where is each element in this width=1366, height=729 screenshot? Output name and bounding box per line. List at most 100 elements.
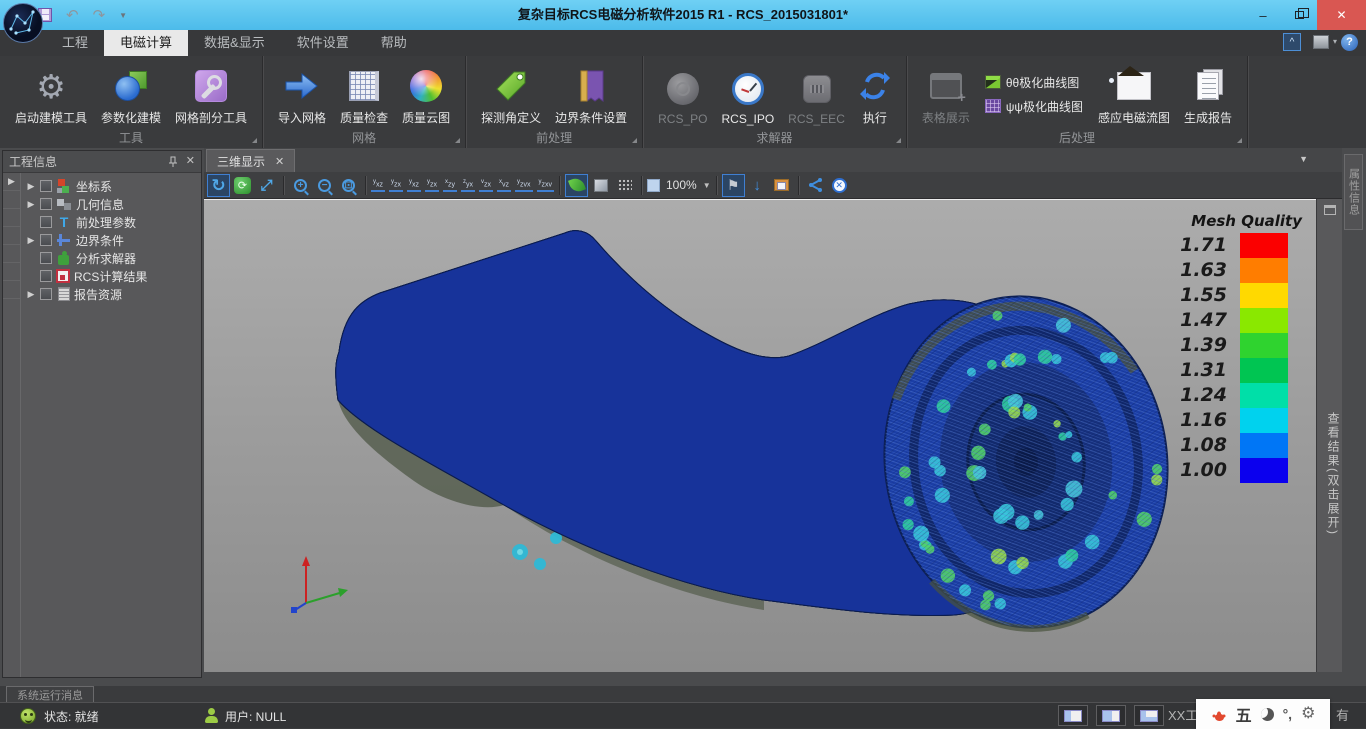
- parametric-modeling-button[interactable]: 参数化建模: [94, 58, 168, 130]
- tree-checkbox[interactable]: [40, 288, 52, 300]
- tab-close-icon[interactable]: ✕: [275, 155, 284, 168]
- tree-item[interactable]: ▶坐标系: [22, 177, 201, 195]
- expand-arrow-icon[interactable]: ▶: [26, 199, 36, 210]
- tree-gutter-cell: [3, 227, 20, 245]
- table-display-button[interactable]: 表格展示: [915, 58, 977, 130]
- ribbon-group-preprocess: 探测角定义 边界条件设置 前处理: [466, 56, 643, 148]
- tab-data-display[interactable]: 数据&显示: [188, 30, 281, 56]
- snapshot-button[interactable]: [770, 174, 793, 197]
- layout-left-button[interactable]: [1058, 705, 1088, 726]
- launch-modeler-button[interactable]: ⚙ 启动建模工具: [8, 58, 94, 130]
- results-expand-tab[interactable]: 查看结果(双击展开): [1317, 374, 1342, 574]
- ime-wubi-mode[interactable]: 五: [1236, 702, 1252, 726]
- results-expand-strip[interactable]: 查看结果(双击展开): [1316, 199, 1342, 672]
- execute-button[interactable]: 执行: [852, 58, 898, 130]
- zoom-level-dropdown-icon[interactable]: ▼: [703, 181, 711, 190]
- gear-icon: ⚙: [36, 70, 66, 103]
- theta-polarization-curve-button[interactable]: θθ极化曲线图: [985, 74, 1083, 91]
- tree-checkbox[interactable]: [40, 216, 52, 228]
- view-orientation-button[interactable]: yzx: [389, 178, 403, 192]
- layout-bottom-button[interactable]: [1134, 705, 1164, 726]
- tab-help[interactable]: 帮助: [365, 30, 423, 56]
- collapse-ribbon-icon[interactable]: ^: [1283, 33, 1301, 51]
- expand-arrow-icon[interactable]: ▶: [26, 181, 36, 192]
- generate-report-button[interactable]: 生成报告: [1177, 58, 1239, 130]
- zoom-level-value[interactable]: 100%: [666, 178, 697, 192]
- legend-row: 1.08: [1142, 433, 1304, 458]
- flat-shade-button[interactable]: [589, 174, 612, 197]
- spin-icon: ⟳: [234, 177, 251, 194]
- tree-item[interactable]: ▶ 几何信息: [22, 195, 201, 213]
- zoom-window-button[interactable]: ⊡: [337, 174, 360, 197]
- expand-arrow-icon[interactable]: ▶: [26, 289, 36, 300]
- system-messages-tab[interactable]: 系统运行消息: [6, 686, 94, 702]
- ime-paw-icon[interactable]: [1211, 707, 1227, 722]
- minimize-button[interactable]: –: [1245, 0, 1281, 30]
- help-icon[interactable]: ?: [1341, 34, 1358, 51]
- view-orientation-button[interactable]: xvz: [497, 178, 511, 192]
- tab-overflow-icon[interactable]: ▼: [1299, 154, 1308, 164]
- 3d-viewport[interactable]: Mesh Quality 1.711.631.551.471.391.311.2…: [204, 199, 1316, 672]
- tree-item[interactable]: ▶报告资源: [22, 285, 201, 303]
- view-orientation-button[interactable]: xzy: [443, 178, 457, 192]
- window-title: 复杂目标RCS电磁分析软件2015 R1 - RCS_2015031801*: [0, 0, 1366, 30]
- view-orientation-button[interactable]: yzvx: [515, 178, 533, 192]
- pan-zoom-button[interactable]: ⤢: [255, 174, 278, 197]
- solver-rcs-ipo-button[interactable]: RCS_IPO: [714, 58, 781, 130]
- view-orientation-button[interactable]: yxz: [407, 178, 421, 192]
- legend-color-swatch: [1240, 458, 1288, 483]
- spin-tool-button[interactable]: ⟳: [231, 174, 254, 197]
- expand-arrow-icon[interactable]: ▶: [26, 235, 36, 246]
- view-orientation-button[interactable]: yzxv: [537, 178, 555, 192]
- tab-3d-display[interactable]: 三维显示 ✕: [206, 149, 295, 172]
- ime-moon-icon[interactable]: [1261, 708, 1274, 721]
- import-mesh-button[interactable]: 导入网格: [271, 58, 333, 130]
- layout-split-button[interactable]: [1096, 705, 1126, 726]
- tab-em-computation[interactable]: 电磁计算: [104, 30, 188, 56]
- view-orientation-button[interactable]: yxz: [371, 178, 385, 192]
- tab-project[interactable]: 工程: [46, 30, 104, 56]
- tree-checkbox[interactable]: [40, 234, 52, 246]
- view-orientation-button[interactable]: yzx: [425, 178, 439, 192]
- select-mode-button[interactable]: ⚑: [722, 174, 745, 197]
- device-icon[interactable]: [1313, 35, 1329, 49]
- ime-punctuation-toggle[interactable]: °,: [1283, 706, 1293, 722]
- restore-button[interactable]: [1281, 0, 1317, 30]
- clear-view-button[interactable]: ✕: [828, 174, 851, 197]
- solver-rcs-po-button[interactable]: RCS_PO: [651, 58, 714, 130]
- tree-checkbox[interactable]: [40, 180, 52, 192]
- mesh-tool-button[interactable]: 网格剖分工具: [168, 58, 254, 130]
- tree-checkbox[interactable]: [40, 252, 52, 264]
- tree-checkbox[interactable]: [40, 270, 52, 282]
- tree-checkbox[interactable]: [40, 198, 52, 210]
- tab-software-settings[interactable]: 软件设置: [281, 30, 365, 56]
- panel-close-icon[interactable]: ✕: [186, 156, 195, 167]
- zoom-in-button[interactable]: +: [289, 174, 312, 197]
- view-orientation-button[interactable]: zyx: [461, 178, 475, 192]
- induced-current-map-button[interactable]: 感应电磁流图: [1091, 58, 1177, 130]
- tree-item[interactable]: 分析求解器: [22, 249, 201, 267]
- quality-check-button[interactable]: 质量检查: [333, 58, 395, 130]
- tree-item-label: 几何信息: [76, 196, 124, 213]
- pin-icon[interactable]: [168, 156, 178, 168]
- rotate-tool-button[interactable]: ↻: [207, 174, 230, 197]
- property-info-tab[interactable]: 属性信息: [1344, 154, 1363, 230]
- zoom-out-button[interactable]: −: [313, 174, 336, 197]
- tree-item[interactable]: RCS计算结果: [22, 267, 201, 285]
- drop-marker-button[interactable]: ↓: [746, 174, 769, 197]
- view-orientation-button[interactable]: vzx: [479, 178, 493, 192]
- boundary-settings-button[interactable]: 边界条件设置: [548, 58, 634, 130]
- share-view-button[interactable]: [804, 174, 827, 197]
- probe-angle-button[interactable]: 探测角定义: [474, 58, 548, 130]
- psi-polarization-curve-button[interactable]: ψψ极化曲线图: [985, 98, 1083, 115]
- smooth-shade-button[interactable]: [565, 174, 588, 197]
- tree-item[interactable]: ▶边界条件: [22, 231, 201, 249]
- wireframe-points-button[interactable]: [613, 174, 636, 197]
- quality-contour-button[interactable]: 质量云图: [395, 58, 457, 130]
- tree-item[interactable]: T前处理参数: [22, 213, 201, 231]
- report-res-icon: [58, 287, 70, 301]
- solver-rcs-eec-button[interactable]: RCS_EEC: [781, 58, 852, 130]
- close-button[interactable]: ✕: [1317, 0, 1366, 30]
- zoom-level-icon: [647, 179, 660, 192]
- ime-settings-gear-icon[interactable]: ⚙: [1301, 706, 1315, 722]
